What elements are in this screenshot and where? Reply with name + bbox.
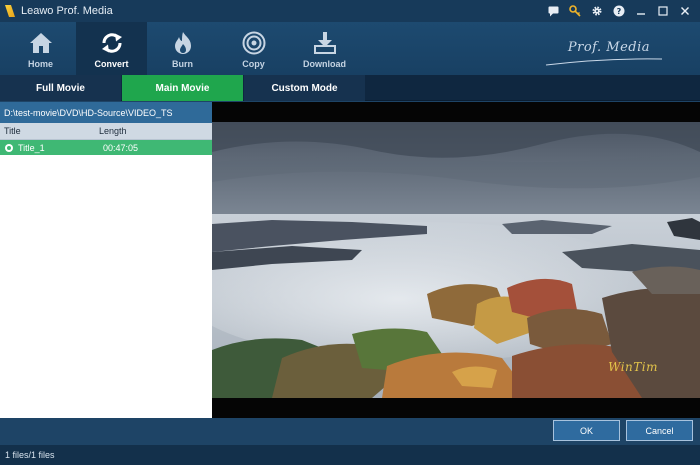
- main-toolbar: Home Convert Burn Copy Download Prof. Me…: [0, 22, 700, 75]
- toolbar-copy-label: Copy: [242, 59, 265, 69]
- status-bar: 1 files/1 files: [0, 445, 700, 465]
- convert-icon: [100, 30, 124, 56]
- source-path: D:\test-movie\DVD\HD-Source\VIDEO_TS: [0, 102, 212, 123]
- app-window: Leawo Prof. Media ? Home Convert Burn Co…: [0, 0, 700, 465]
- toolbar-home-label: Home: [27, 59, 53, 69]
- mode-tabs: Full Movie Main Movie Custom Mode: [0, 75, 700, 101]
- table-row[interactable]: Title_1 00:47:05: [0, 140, 212, 155]
- toolbar-burn-label: Burn: [172, 59, 193, 69]
- app-title: Leawo Prof. Media: [21, 5, 113, 17]
- key-icon[interactable]: [564, 0, 586, 22]
- tab-custom-mode[interactable]: Custom Mode: [244, 75, 365, 101]
- ok-button[interactable]: OK: [553, 420, 620, 441]
- title-radio-button[interactable]: [5, 143, 13, 152]
- tab-main-movie[interactable]: Main Movie: [122, 75, 243, 101]
- column-header-length[interactable]: Length: [96, 126, 127, 136]
- title-table-header: Title Length: [0, 123, 212, 140]
- toolbar-burn-button[interactable]: Burn: [147, 22, 218, 75]
- home-icon: [29, 30, 53, 56]
- gear-icon[interactable]: [586, 0, 608, 22]
- toolbar-convert-button[interactable]: Convert: [76, 22, 147, 75]
- video-preview[interactable]: WinTim: [212, 102, 700, 418]
- help-icon[interactable]: ?: [608, 0, 630, 22]
- brand-logo: Prof. Media: [567, 40, 650, 55]
- row-length: 00:47:05: [103, 142, 139, 153]
- toolbar-copy-button[interactable]: Copy: [218, 22, 289, 75]
- toolbar-download-label: Download: [303, 59, 346, 69]
- video-watermark: WinTim: [608, 360, 658, 374]
- cancel-button[interactable]: Cancel: [626, 420, 693, 441]
- maximize-icon[interactable]: [652, 0, 674, 22]
- download-icon: [313, 30, 337, 56]
- window-controls: ?: [542, 0, 696, 22]
- row-title: Title_1: [18, 142, 45, 153]
- column-header-title[interactable]: Title: [0, 126, 96, 136]
- title-list-panel: D:\test-movie\DVD\HD-Source\VIDEO_TS Tit…: [0, 102, 212, 418]
- dialog-button-bar: OK Cancel: [0, 418, 700, 445]
- title-bar: Leawo Prof. Media ?: [0, 0, 700, 22]
- tab-full-movie[interactable]: Full Movie: [0, 75, 121, 101]
- file-count-status: 1 files/1 files: [5, 450, 55, 460]
- minimize-icon[interactable]: [630, 0, 652, 22]
- close-icon[interactable]: [674, 0, 696, 22]
- toolbar-convert-label: Convert: [94, 59, 129, 69]
- toolbar-home-button[interactable]: Home: [5, 22, 76, 75]
- svg-text:?: ?: [617, 7, 622, 16]
- preview-image: [212, 122, 700, 398]
- brand-swoosh-icon: [545, 58, 663, 66]
- copy-icon: [242, 30, 266, 56]
- toolbar-download-button[interactable]: Download: [289, 22, 360, 75]
- app-logo-icon: [5, 5, 15, 17]
- chat-icon[interactable]: [542, 0, 564, 22]
- burn-icon: [172, 30, 194, 56]
